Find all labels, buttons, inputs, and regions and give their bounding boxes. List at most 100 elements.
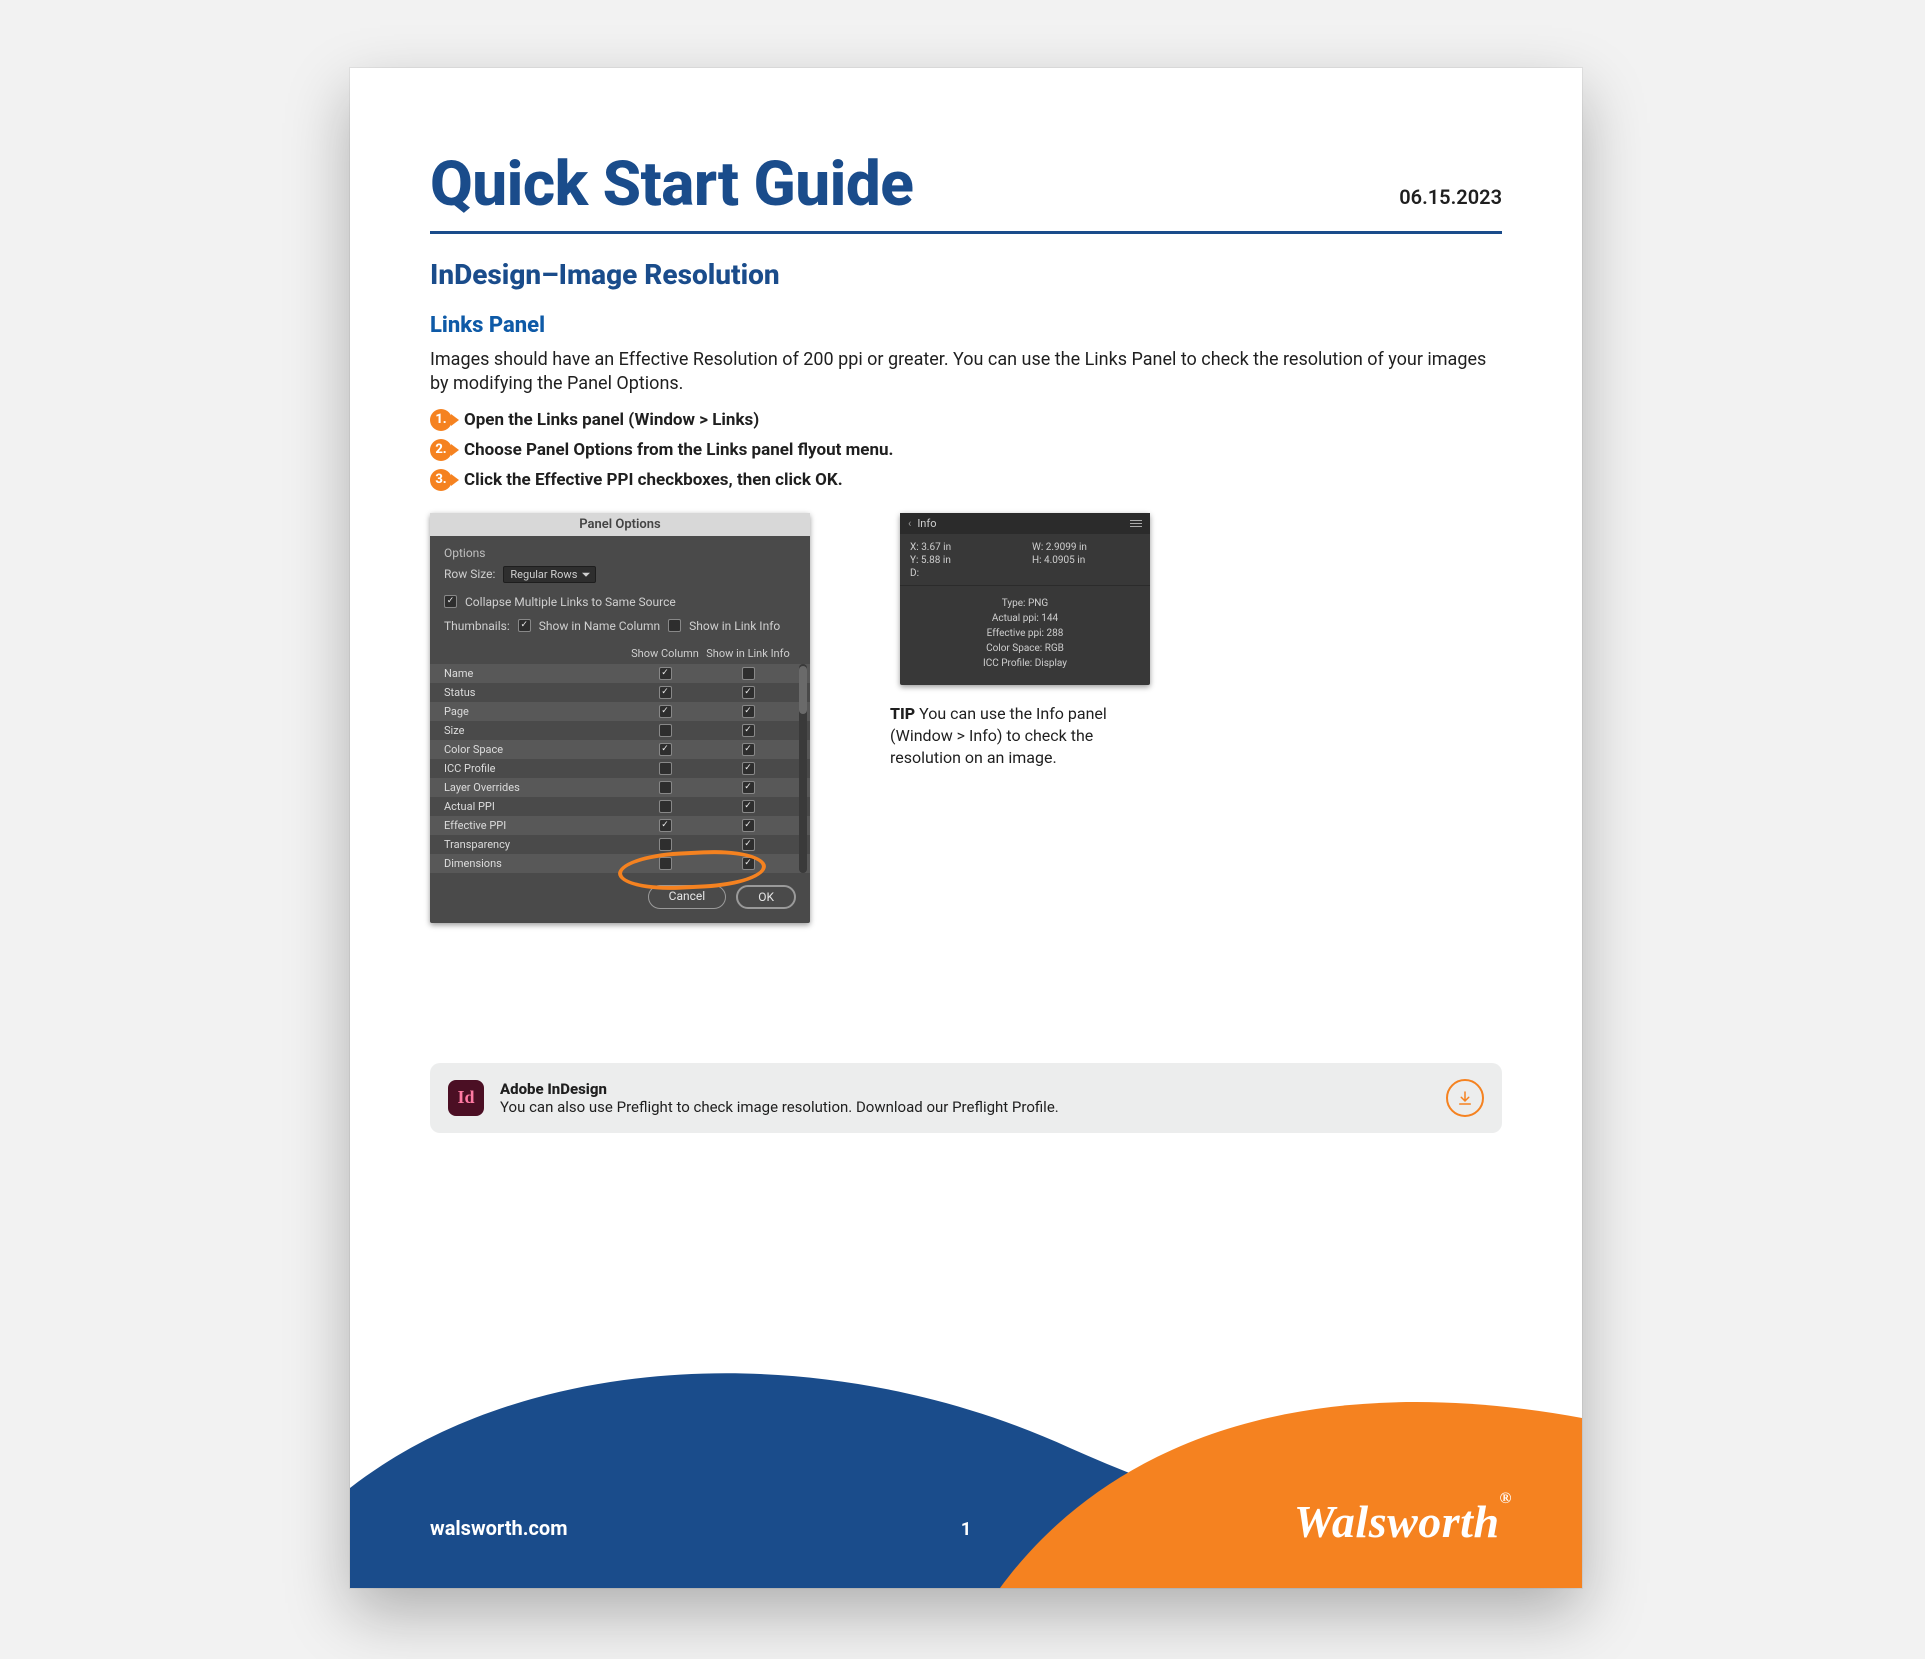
info-meta: Type: PNG Actual ppi: 144 Effective ppi:… <box>900 586 1150 685</box>
info-panel: ‹ Info X: 3.67 in W: 2.9099 in Y: 5.88 i… <box>900 513 1150 685</box>
info-w: W: 2.9099 in <box>1032 542 1140 553</box>
show-link-info-checkbox[interactable] <box>742 686 755 699</box>
row-label: ICC Profile <box>444 762 626 775</box>
row-label: Page <box>444 705 626 718</box>
thumbnails-row: Thumbnails: Show in Name Column Show in … <box>430 617 810 635</box>
table-header: Show Column Show in Link Info <box>430 643 810 664</box>
document-date: 06.15.2023 <box>1399 185 1502 221</box>
cancel-button[interactable]: Cancel <box>648 885 727 909</box>
info-icc: ICC Profile: Display <box>908 656 1142 671</box>
collapse-label: Collapse Multiple Links to Same Source <box>465 595 676 609</box>
row-label: Transparency <box>444 838 626 851</box>
tip-text: You can use the Info panel (Window > Inf… <box>890 704 1107 768</box>
show-column-checkbox[interactable] <box>659 857 672 870</box>
row-label: Effective PPI <box>444 819 626 832</box>
show-link-info-checkbox[interactable] <box>742 667 755 680</box>
registered-icon: ® <box>1500 1490 1512 1507</box>
document-page: Quick Start Guide 06.15.2023 InDesign–Im… <box>350 68 1582 1588</box>
collapse-checkbox[interactable] <box>444 595 457 608</box>
show-link-info-checkbox[interactable] <box>742 857 755 870</box>
row-size-select[interactable]: Regular Rows <box>503 566 596 583</box>
show-column-checkbox[interactable] <box>659 762 672 775</box>
table-row: Status <box>430 683 810 702</box>
info-x: X: 3.67 in <box>910 542 1018 553</box>
info-y: Y: 5.88 in <box>910 555 1018 566</box>
step-1: 1. Open the Links panel (Window > Links) <box>430 409 1502 431</box>
show-column-checkbox[interactable] <box>659 800 672 813</box>
show-link-info-checkbox[interactable] <box>742 800 755 813</box>
thumb-name-checkbox[interactable] <box>518 619 531 632</box>
tip-label: TIP <box>890 704 915 723</box>
show-column-checkbox[interactable] <box>659 667 672 680</box>
show-column-checkbox[interactable] <box>659 724 672 737</box>
show-link-info-checkbox[interactable] <box>742 838 755 851</box>
show-column-checkbox[interactable] <box>659 781 672 794</box>
col-link-header: Show in Link Info <box>704 647 792 660</box>
show-link-info-checkbox[interactable] <box>742 724 755 737</box>
row-label: Layer Overrides <box>444 781 626 794</box>
row-label: Color Space <box>444 743 626 756</box>
panel-options-table: Show Column Show in Link Info Name Status… <box>430 643 810 873</box>
panel-titlebar: Panel Options <box>430 513 810 536</box>
table-row: Page <box>430 702 810 721</box>
table-row: ICC Profile <box>430 759 810 778</box>
show-link-info-checkbox[interactable] <box>742 762 755 775</box>
document-title: Quick Start Guide <box>430 148 913 221</box>
show-link-info-checkbox[interactable] <box>742 819 755 832</box>
thumb-link-checkbox[interactable] <box>668 619 681 632</box>
chevron-left-icon: ‹ <box>908 517 911 530</box>
show-column-checkbox[interactable] <box>659 705 672 718</box>
brand-wordmark: Walsworth® <box>1294 1495 1512 1548</box>
two-column-area: Panel Options Options Row Size: Regular … <box>430 513 1502 923</box>
row-label: Name <box>444 667 626 680</box>
section-heading: Links Panel <box>430 313 1502 338</box>
step-2: 2. Choose Panel Options from the Links p… <box>430 439 1502 461</box>
table-row: Dimensions <box>430 854 810 873</box>
step-number-icon: 2. <box>430 439 452 461</box>
steps-list: 1. Open the Links panel (Window > Links)… <box>430 409 1502 491</box>
row-size-row: Row Size: Regular Rows <box>430 564 810 585</box>
thumbnails-label: Thumbnails: <box>444 619 510 633</box>
step-number-icon: 3. <box>430 469 452 491</box>
show-column-checkbox[interactable] <box>659 838 672 851</box>
panel-button-bar: Cancel OK <box>430 873 810 923</box>
show-column-checkbox[interactable] <box>659 743 672 756</box>
intro-paragraph: Images should have an Effective Resoluti… <box>430 348 1502 397</box>
scrollbar[interactable] <box>799 664 807 873</box>
flyout-menu-icon[interactable] <box>1130 520 1142 527</box>
row-label: Size <box>444 724 626 737</box>
indesign-app-icon: Id <box>448 1080 484 1116</box>
table-row: Transparency <box>430 835 810 854</box>
row-label: Actual PPI <box>444 800 626 813</box>
show-link-info-checkbox[interactable] <box>742 705 755 718</box>
ok-button[interactable]: OK <box>736 885 796 909</box>
show-link-info-checkbox[interactable] <box>742 781 755 794</box>
row-size-label: Row Size: <box>444 567 495 581</box>
show-column-checkbox[interactable] <box>659 686 672 699</box>
download-icon <box>1456 1089 1474 1107</box>
footer-url[interactable]: walsworth.com <box>430 1516 568 1540</box>
preflight-body: You can also use Preflight to check imag… <box>500 1098 1059 1116</box>
wave-orange-shape <box>350 1378 1582 1588</box>
thumb-link-label: Show in Link Info <box>689 619 780 633</box>
info-actual-ppi: Actual ppi: 144 <box>908 611 1142 626</box>
row-label: Status <box>444 686 626 699</box>
document-body: Images should have an Effective Resoluti… <box>350 348 1582 923</box>
download-button[interactable] <box>1446 1079 1484 1117</box>
table-row: Actual PPI <box>430 797 810 816</box>
table-row: Name <box>430 664 810 683</box>
panel-options-dialog: Panel Options Options Row Size: Regular … <box>430 513 810 923</box>
info-tab: ‹ Info <box>900 513 1150 534</box>
info-color-space: Color Space: RGB <box>908 641 1142 656</box>
info-effective-ppi: Effective ppi: 288 <box>908 626 1142 641</box>
info-h: H: 4.0905 in <box>1032 555 1140 566</box>
step-label: Click the Effective PPI checkboxes, then… <box>464 470 843 490</box>
show-link-info-checkbox[interactable] <box>742 743 755 756</box>
document-footer: walsworth.com 1 Walsworth® <box>350 1328 1582 1588</box>
preflight-callout: Id Adobe InDesign You can also use Prefl… <box>430 1063 1502 1133</box>
show-column-checkbox[interactable] <box>659 819 672 832</box>
table-row: Layer Overrides <box>430 778 810 797</box>
preflight-text: Adobe InDesign You can also use Prefligh… <box>500 1080 1430 1116</box>
row-label: Dimensions <box>444 857 626 870</box>
step-label: Choose Panel Options from the Links pane… <box>464 440 893 460</box>
